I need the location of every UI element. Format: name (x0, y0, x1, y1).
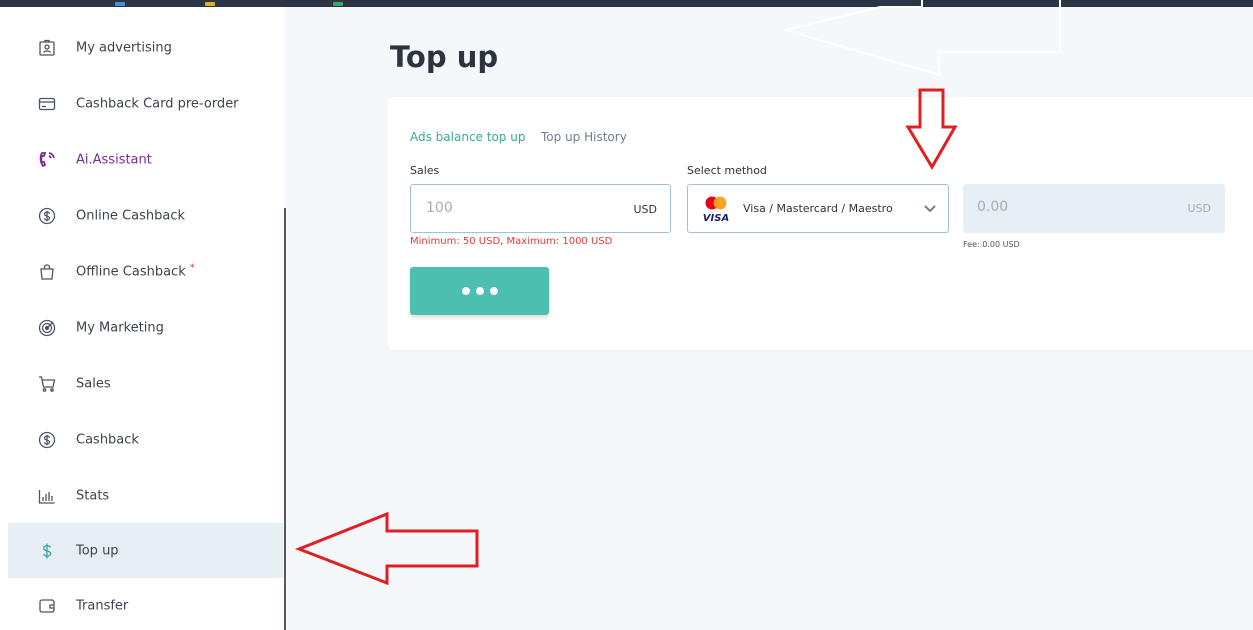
annotation-arrow-white (781, 0, 1061, 77)
sidebar-item-online-cashback[interactable]: Online Cashback (8, 188, 283, 243)
sidebar-item-label: Transfer (76, 598, 129, 613)
method-label: Select method (687, 164, 767, 177)
sidebar-item-transfer[interactable]: Transfer (8, 578, 283, 630)
svg-text:VISA: VISA (703, 213, 729, 223)
sidebar-item-label: My advertising (76, 40, 172, 55)
sidebar-item-label: Stats (76, 488, 110, 503)
dollar-circle-icon (38, 431, 56, 449)
amount-label: Sales (410, 164, 440, 177)
sidebar-item-offline-cashback[interactable]: Offline Cashback * (8, 244, 283, 299)
visa-mastercard-icon: VISA (701, 195, 731, 224)
total-output: 0.00 USD (963, 184, 1225, 233)
ellipsis-icon (489, 287, 498, 295)
submit-button[interactable] (410, 267, 549, 315)
cart-icon (38, 375, 56, 393)
total-value: 0.00 (977, 199, 1009, 215)
dollar-circle-icon (38, 207, 56, 225)
sidebar-item-label: Cashback (76, 432, 139, 447)
tab-indicator (205, 2, 215, 6)
tab-ads-balance[interactable]: Ads balance top up (410, 130, 525, 144)
sidebar-item-my-advertising[interactable]: My advertising (8, 20, 283, 75)
target-icon (38, 319, 56, 337)
wallet-icon (38, 597, 56, 615)
amount-input[interactable]: 100 USD (410, 184, 671, 233)
credit-card-icon (38, 95, 56, 113)
chevron-down-icon (922, 200, 938, 216)
sidebar-item-stats[interactable]: Stats (8, 468, 283, 523)
sidebar-item-my-marketing[interactable]: My Marketing (8, 300, 283, 355)
sidebar-item-ai-assistant[interactable]: Ai.Assistant (8, 132, 283, 187)
sidebar-item-label: Top up (76, 543, 119, 558)
sidebar-item-label: Cashback Card pre-order (76, 96, 239, 111)
payment-method-value: Visa / Mastercard / Maestro (743, 202, 893, 215)
tab-indicator (115, 2, 125, 6)
sidebar-item-label: My Marketing (76, 320, 164, 335)
payment-method-select[interactable]: VISA Visa / Mastercard / Maestro (687, 184, 949, 233)
amount-placeholder: 100 (426, 200, 453, 216)
phone-call-icon (38, 151, 56, 169)
ellipsis-icon (461, 287, 470, 295)
tab-history[interactable]: Top up History (541, 130, 627, 144)
amount-currency: USD (633, 203, 657, 216)
tab-indicator (333, 2, 343, 6)
id-badge-icon (38, 39, 56, 57)
sidebar-item-label: Offline Cashback * (76, 262, 195, 279)
sidebar-item-cashback-card[interactable]: Cashback Card pre-order (8, 76, 283, 131)
sidebar-item-label: Sales (76, 376, 111, 391)
sidebar-item-sales[interactable]: Sales (8, 356, 283, 411)
new-badge: * (189, 262, 195, 273)
sidebar-item-label: Ai.Assistant (76, 152, 152, 167)
sidebar-item-cashback[interactable]: Cashback (8, 412, 283, 467)
sidebar-item-top-up[interactable]: Top up (8, 523, 283, 578)
sidebar: My advertising Cashback Card pre-order A… (0, 7, 284, 630)
dollar-icon (38, 542, 56, 560)
amount-limit-hint: Minimum: 50 USD, Maximum: 1000 USD (410, 236, 613, 247)
page-title: Top up (390, 40, 499, 74)
ellipsis-icon (475, 287, 484, 295)
shopping-bag-icon (38, 263, 56, 281)
fee-text: Fee: 0.00 USD (963, 240, 1020, 249)
top-strip (0, 0, 1253, 7)
scrollbar[interactable] (284, 208, 286, 630)
bar-chart-icon (38, 487, 56, 505)
annotation-arrow-left (294, 511, 479, 586)
total-currency: USD (1187, 202, 1211, 215)
sidebar-item-label: Online Cashback (76, 208, 186, 223)
